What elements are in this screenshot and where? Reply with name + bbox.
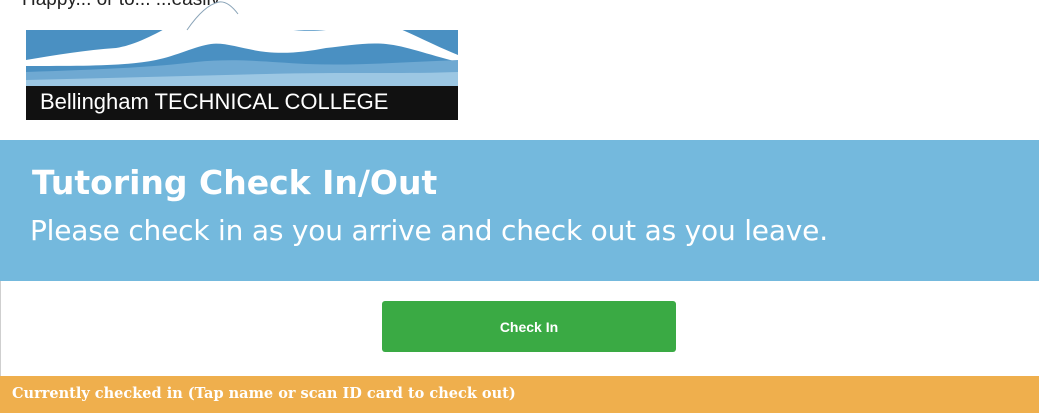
checked-in-heading: Currently checked in (Tap name or scan I…	[12, 385, 516, 402]
college-logo: Bellingham TECHNICAL COLLEGE	[26, 0, 458, 120]
header-banner: Tutoring Check In/Out Please check in as…	[0, 140, 1039, 281]
page: Happy... or to... ...easily. Bellingham …	[0, 0, 1039, 413]
logo-text: Bellingham TECHNICAL COLLEGE	[40, 89, 389, 114]
page-subtitle: Please check in as you arrive and check …	[30, 214, 828, 247]
page-title: Tutoring Check In/Out	[32, 163, 438, 202]
check-in-button[interactable]: Check In	[382, 301, 676, 352]
checked-in-status-bar: Currently checked in (Tap name or scan I…	[0, 376, 1039, 413]
